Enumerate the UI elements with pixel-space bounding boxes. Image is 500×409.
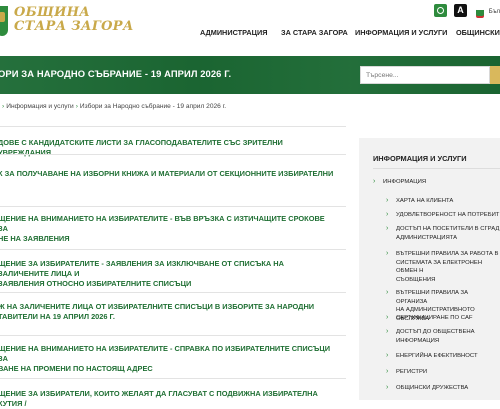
- nav-item-administration[interactable]: АДМИНИСТРАЦИЯ: [200, 28, 267, 37]
- sidebar-item-internal-rules-exchange[interactable]: › ВЪТРЕШНИ ПРАВИЛА ЗА РАБОТА В СИСТЕМАТА З…: [386, 250, 500, 284]
- nav-item-about-city[interactable]: ЗА СТАРА ЗАГОРА: [281, 28, 348, 37]
- breadcrumb-separator-icon: ›: [75, 103, 78, 110]
- nav-item-municipal[interactable]: ОБЩИНСКИ: [456, 28, 500, 37]
- search-button[interactable]: [490, 66, 500, 84]
- chevron-right-icon: ›: [386, 197, 389, 204]
- accessibility-toggle[interactable]: A: [454, 4, 467, 17]
- sidebar-item-registers[interactable]: › РЕГИСТРИ: [386, 368, 500, 377]
- chevron-right-icon: ›: [386, 250, 389, 257]
- search-box: [360, 66, 490, 84]
- breadcrumb-separator-icon: ›: [2, 103, 5, 110]
- sidebar-item-municipal-companies[interactable]: › ОБЩИНСКИ ДРУЖЕСТВА: [386, 384, 500, 393]
- chevron-right-icon: ›: [386, 314, 389, 321]
- sidebar-item-satisfaction[interactable]: › УДОВЛЕТВОРЕНОСТ НА ПОТРЕБИТ: [386, 211, 500, 220]
- flag-icon[interactable]: [476, 8, 484, 16]
- sidebar-heading: ИНФОРМАЦИЯ И УСЛУГИ: [373, 154, 467, 163]
- sidebar-item-caf[interactable]: › СЕРТИФИЦИРАНЕ ПО CAF: [386, 314, 500, 323]
- list-item: ЩЕНИЕ ЗА ИЗБИРАТЕЛИ, КОИТО ЖЕЛАЯТ ДА ГЛА…: [0, 378, 346, 409]
- breadcrumb-current: Избори за Народно събрание - 19 април 20…: [79, 103, 227, 110]
- list-item: Ж НА ЗАЛИЧЕНИТЕ ЛИЦА ОТ ИЗБИРАТЕЛНИТЕ СП…: [0, 292, 346, 336]
- list-item-link[interactable]: ЩЕНИЕ ЗА ИЗБИРАТЕЛИ, КОИТО ЖЕЛАЯТ ДА ГЛА…: [0, 389, 336, 409]
- sidebar-item-information[interactable]: › ИНФОРМАЦИЯ: [373, 178, 500, 187]
- list-item-link[interactable]: ЩЕНИЕ ЗА ИЗБИРАТЕЛИТЕ - ЗАЯВЛЕНИЯ ЗА ИЗК…: [0, 259, 336, 289]
- list-item: ЩЕНИЕ НА ВНИМАНИЕТО НА ИЗБИРАТЕЛИТЕ - СП…: [0, 335, 346, 379]
- sidebar-divider: [373, 168, 500, 169]
- list-item-link[interactable]: Ж НА ЗАЛИЧЕНИТЕ ЛИЦА ОТ ИЗБИРАТЕЛНИТЕ СП…: [0, 302, 336, 322]
- list-item: ЩЕНИЕ НА ВНИМАНИЕТО НА ИЗБИРАТЕЛИТЕ - ВЪ…: [0, 206, 346, 250]
- search-input[interactable]: [361, 67, 489, 83]
- page-title: ОРИ ЗА НАРОДНО СЪБРАНИЕ - 19 АПРИЛ 2026 …: [0, 68, 232, 79]
- chevron-right-icon: ›: [386, 225, 389, 232]
- site-logo[interactable]: ОБЩИНА СТАРА ЗАГОРА: [14, 6, 134, 34]
- site-header: ОБЩИНА СТАРА ЗАГОРА A Бъл АДМИНИСТРАЦИЯ …: [0, 0, 500, 62]
- list-item: ДОВЕ С КАНДИДАТСКИТЕ ЛИСТИ ЗА ГЛАСОПОДАВ…: [0, 126, 346, 157]
- sidebar-item-client-charter[interactable]: › ХАРТА НА КЛИЕНТА: [386, 197, 500, 206]
- eye-icon[interactable]: [434, 4, 447, 17]
- nav-item-info-services[interactable]: ИНФОРМАЦИЯ И УСЛУГИ: [355, 28, 447, 37]
- sidebar: ИНФОРМАЦИЯ И УСЛУГИ › ИНФОРМАЦИЯ › ХАРТА Н…: [359, 138, 500, 400]
- sidebar-item-public-info-access[interactable]: › ДОСТЪП ДО ОБЩЕСТВЕНА ИНФОРМАЦИЯ: [386, 328, 500, 345]
- logo-line-1: ОБЩИНА: [14, 5, 91, 20]
- breadcrumb-item[interactable]: Информация и услуги: [6, 103, 73, 110]
- breadcrumb: › Информация и услуги › Избори за Народно с…: [0, 103, 226, 110]
- chevron-right-icon: ›: [373, 178, 376, 185]
- language-switch[interactable]: Бъл: [489, 9, 500, 15]
- chevron-right-icon: ›: [386, 289, 389, 296]
- chevron-right-icon: ›: [386, 352, 389, 359]
- list-item: ЩЕНИЕ ЗА ИЗБИРАТЕЛИТЕ - ЗАЯВЛЕНИЯ ЗА ИЗК…: [0, 249, 346, 293]
- chevron-right-icon: ›: [386, 211, 389, 218]
- sidebar-item-visitor-access[interactable]: › ДОСТЪП НА ПОСЕТИТЕЛИ В СГРАД АДМИНИСТРАЦ…: [386, 225, 500, 242]
- chevron-right-icon: ›: [386, 328, 389, 335]
- sidebar-item-energy-efficiency[interactable]: › ЕНЕРГИЙНА ЕФЕКТИВНОСТ: [386, 352, 500, 361]
- list-item-link[interactable]: ЩЕНИЕ НА ВНИМАНИЕТО НА ИЗБИРАТЕЛИТЕ - ВЪ…: [0, 214, 336, 244]
- chevron-right-icon: ›: [386, 368, 389, 375]
- logo-line-2: СТАРА ЗАГОРА: [14, 19, 134, 34]
- list-item-link[interactable]: К ЗА ПОЛУЧАВАНЕ НА ИЗБОРНИ КНИЖА И МАТЕР…: [0, 169, 336, 179]
- list-item: К ЗА ПОЛУЧАВАНЕ НА ИЗБОРНИ КНИЖА И МАТЕР…: [0, 154, 346, 207]
- list-item-link[interactable]: ЩЕНИЕ НА ВНИМАНИЕТО НА ИЗБИРАТЕЛИТЕ - СП…: [0, 344, 336, 374]
- coat-of-arms-logo[interactable]: [0, 6, 8, 36]
- chevron-right-icon: ›: [386, 384, 389, 391]
